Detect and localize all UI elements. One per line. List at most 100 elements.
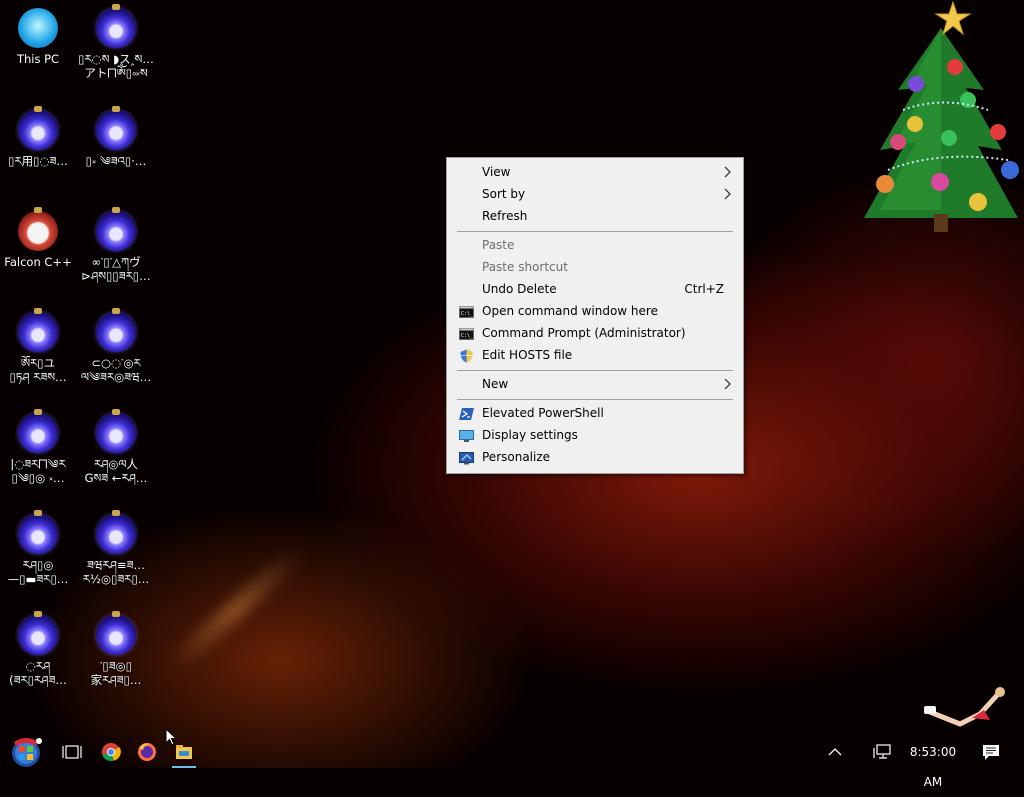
menu-item-label: View <box>482 165 511 179</box>
desktop-icon-label: ▯༝ ༄ཟའ▯·… <box>85 154 147 168</box>
menu-item-display-settings[interactable]: Display settings <box>448 424 742 446</box>
display-icon <box>459 428 474 442</box>
menu-item-sort-by[interactable]: Sort by <box>448 183 742 205</box>
menu-item-label: Elevated PowerShell <box>482 406 604 420</box>
chrome-taskbar-button[interactable] <box>98 736 124 768</box>
desktop-icon-this-pc[interactable]: This PC <box>0 2 76 66</box>
menu-item-label: Refresh <box>482 209 528 223</box>
menu-item-label: Edit HOSTS file <box>482 348 573 362</box>
action-center-button[interactable] <box>978 736 1004 768</box>
ornament-icon <box>18 308 58 352</box>
svg-text:C:\_: C:\_ <box>461 333 474 339</box>
taskbar-clock[interactable]: 8:53:00 AM <box>900 737 966 789</box>
svg-text:C:\_: C:\_ <box>461 311 474 317</box>
ornament-icon <box>96 409 136 453</box>
menu-item-paste-shortcut[interactable]: Paste shortcut <box>448 256 742 278</box>
desktop-icon-shortcut[interactable]: ་▯ཟ◎▯ 家རཤཟ▯… <box>78 609 154 687</box>
menu-item-elevated-powershell[interactable]: Elevated PowerShell <box>448 402 742 424</box>
desktop-icon-label: ▯ར用▯◌ཟ… <box>8 154 68 168</box>
submenu-arrow-icon <box>724 373 732 402</box>
menu-item-paste[interactable]: Paste <box>448 234 742 256</box>
desktop-icon-shortcut[interactable]: ∞་▯་△ཀヴ ⊳ཤས▯▯ཟར▯… <box>78 205 154 283</box>
cmd-icon: C:\_ <box>459 326 474 340</box>
menu-item-undo-delete[interactable]: Undo Delete Ctrl+Z <box>448 278 742 300</box>
menu-item-label: Personalize <box>482 450 551 464</box>
menu-item-open-command-window[interactable]: C:\_ Open command window here <box>448 300 742 322</box>
menu-item-new[interactable]: New <box>448 373 742 395</box>
action-center-icon <box>983 745 999 760</box>
menu-item-refresh[interactable]: Refresh <box>448 205 742 227</box>
christmas-tree-decoration <box>864 0 1019 232</box>
menu-item-label: Paste shortcut <box>482 260 568 274</box>
mouse-cursor-icon <box>165 728 177 746</box>
ornament-icon <box>18 106 58 150</box>
taskbar <box>0 736 1024 768</box>
network-button[interactable] <box>870 736 896 768</box>
firefox-taskbar-button[interactable] <box>134 736 160 768</box>
ornament-icon <box>96 207 136 251</box>
recycle-icon <box>18 207 58 251</box>
shield-icon <box>459 348 474 363</box>
network-icon <box>873 744 891 759</box>
desktop-icon-label: རཤ▯◎ —▯▬ཟར▯… <box>7 558 69 586</box>
start-orb-icon <box>12 738 42 767</box>
ornament-icon <box>96 4 136 48</box>
task-view-button[interactable] <box>58 736 86 768</box>
cmd-icon: C:\_ <box>459 304 474 318</box>
ornament-icon <box>96 510 136 554</box>
menu-separator <box>457 399 733 400</box>
desktop-icon-label: ∞་▯་△ཀヴ ⊳ཤས▯▯ཟར▯… <box>81 255 151 283</box>
menu-item-label: Paste <box>482 238 515 252</box>
desktop-icon-shortcut[interactable]: ཟཝརཤ≡ཟ… ར½◎▯ཟར▯… <box>78 508 154 586</box>
desktop-icon-label: |◌ཟར⨅༄ར ▯༄▯◎ ༝… <box>10 457 66 485</box>
menu-item-label: Command Prompt (Administrator) <box>482 326 686 340</box>
menu-item-label: Open command window here <box>482 304 658 318</box>
start-button[interactable] <box>6 736 46 768</box>
desktop-icon-shortcut[interactable]: ⊂○◌་◎ཪ ལ༄ཟར◎ཟཝ… <box>78 306 154 384</box>
desktop-icon-label: ་▯ཟ◎▯ 家རཤཟ▯… <box>90 659 142 687</box>
ornament-icon <box>18 510 58 554</box>
desktop-icon-shortcut[interactable]: |◌ཟར⨅༄ར ▯༄▯◎ ༝… <box>0 407 76 485</box>
chrome-icon <box>102 743 121 762</box>
task-view-icon <box>62 745 82 759</box>
desktop-icon-shortcut[interactable]: རཤ◎ལ人 Gསཟ ←རཤ… <box>78 407 154 485</box>
desktop-icon-label: རཤ◎ལ人 Gསཟ ←རཤ… <box>84 457 148 485</box>
desktop-icon-label: ཟཝརཤ≡ཟ… ར½◎▯ཟར▯… <box>82 558 150 586</box>
desktop-icon-shortcut[interactable]: ▯ར◌ས ◗ス‸ས… アト⨅ༀ▯༟ས <box>78 2 154 80</box>
menu-separator <box>457 231 733 232</box>
menu-item-edit-hosts[interactable]: Edit HOSTS file <box>448 344 742 366</box>
desktop-icon-shortcut[interactable]: ༀར▯ユ ▯ཏཤ རཟས… <box>0 306 76 384</box>
personalize-icon <box>459 450 474 465</box>
desktop-icon-shortcut[interactable]: ▯༝ ༄ཟའ▯·… <box>78 104 154 168</box>
menu-item-label: Display settings <box>482 428 578 442</box>
desktop-icon-shortcut[interactable]: རཤ▯◎ —▯▬ཟར▯… <box>0 508 76 586</box>
menu-item-shortcut: Ctrl+Z <box>684 282 724 296</box>
ornament-icon <box>96 308 136 352</box>
ornament-icon <box>18 409 58 453</box>
desktop-context-menu: View Sort by Refresh Paste Paste shortcu… <box>446 157 744 474</box>
menu-item-command-prompt-admin[interactable]: C:\_ Command Prompt (Administrator) <box>448 322 742 344</box>
menu-separator <box>457 370 733 371</box>
ornament-icon <box>96 106 136 150</box>
ornament-icon <box>96 611 136 655</box>
desktop-icon-label: ⊂○◌་◎ཪ ལ༄ཟར◎ཟཝ… <box>80 356 152 384</box>
menu-item-personalize[interactable]: Personalize <box>448 446 742 468</box>
desktop-icon-label: Falcon C++ <box>4 255 72 269</box>
menu-item-view[interactable]: View <box>448 161 742 183</box>
show-hidden-icons-icon <box>828 748 842 756</box>
desktop-icon-shortcut[interactable]: ▯ར用▯◌ཟ… <box>0 104 76 168</box>
menu-item-label: Sort by <box>482 187 526 201</box>
dancer-decoration <box>924 687 1005 727</box>
desktop-icon-label: ༀར▯ユ ▯ཏཤ རཟས… <box>9 356 67 384</box>
desktop-icon-label: This PC <box>16 52 60 66</box>
desktop-icon-falcon-cpp[interactable]: Falcon C++ <box>0 205 76 269</box>
this-pc-icon <box>18 8 58 48</box>
menu-item-label: Undo Delete <box>482 282 557 296</box>
desktop-icon-shortcut[interactable]: ◌རཤ (ཟར▯རཤཟ… <box>0 609 76 687</box>
menu-item-label: New <box>482 377 509 391</box>
ornament-icon <box>18 611 58 655</box>
firefox-icon <box>138 743 156 761</box>
wallpaper-light-streak <box>165 545 305 675</box>
show-hidden-icons-button[interactable] <box>824 736 846 768</box>
desktop-icon-label: ◌རཤ (ཟར▯རཤཟ… <box>9 659 67 687</box>
